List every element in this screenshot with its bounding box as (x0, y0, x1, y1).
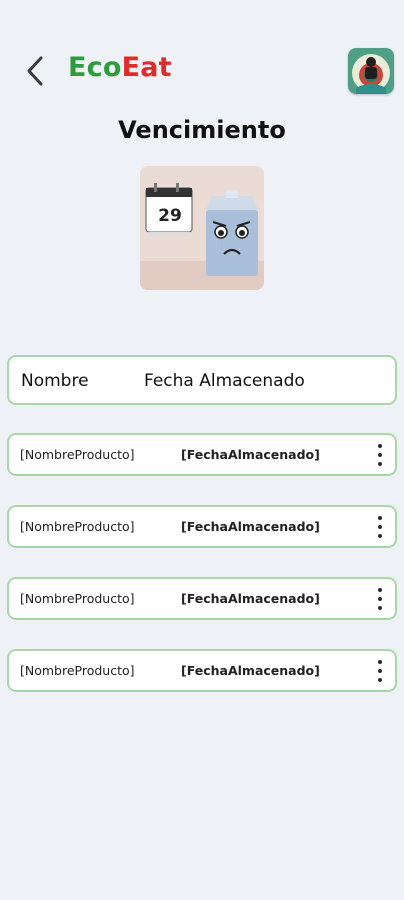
expired-milk-illustration: 29 (140, 166, 264, 290)
table-row[interactable]: [NombreProducto] [FechaAlmacenado] (7, 505, 397, 548)
chevron-left-icon (27, 56, 43, 86)
product-name: [NombreProducto] (20, 447, 135, 462)
app-logo: EcoEat (68, 52, 172, 83)
kebab-menu-icon[interactable] (373, 516, 387, 538)
calendar-icon: 29 (145, 183, 193, 236)
stored-date: [FechaAlmacenado] (181, 663, 320, 678)
stored-date: [FechaAlmacenado] (181, 519, 320, 534)
brand-eco: Eco (68, 52, 122, 83)
kebab-menu-icon[interactable] (373, 588, 387, 610)
table-header: Nombre Fecha Almacenado (7, 355, 397, 405)
profile-avatar-button[interactable] (348, 48, 394, 94)
product-name: [NombreProducto] (20, 663, 135, 678)
column-header-date: Fecha Almacenado (144, 371, 305, 391)
stored-date: [FechaAlmacenado] (181, 591, 320, 606)
product-name: [NombreProducto] (20, 591, 135, 606)
table-row[interactable]: [NombreProducto] [FechaAlmacenado] (7, 433, 397, 476)
svg-text:29: 29 (158, 206, 182, 226)
table-row[interactable]: [NombreProducto] [FechaAlmacenado] (7, 649, 397, 692)
kebab-menu-icon[interactable] (373, 444, 387, 466)
kebab-menu-icon[interactable] (373, 660, 387, 682)
stored-date: [FechaAlmacenado] (181, 447, 320, 462)
user-avatar-icon (348, 48, 394, 94)
milk-carton-icon (206, 190, 258, 276)
table-row[interactable]: [NombreProducto] [FechaAlmacenado] (7, 577, 397, 620)
product-name: [NombreProducto] (20, 519, 135, 534)
page-title: Vencimiento (118, 116, 286, 144)
column-header-name: Nombre (21, 371, 89, 391)
back-button[interactable] (22, 54, 48, 88)
brand-eat: Eat (121, 52, 172, 83)
